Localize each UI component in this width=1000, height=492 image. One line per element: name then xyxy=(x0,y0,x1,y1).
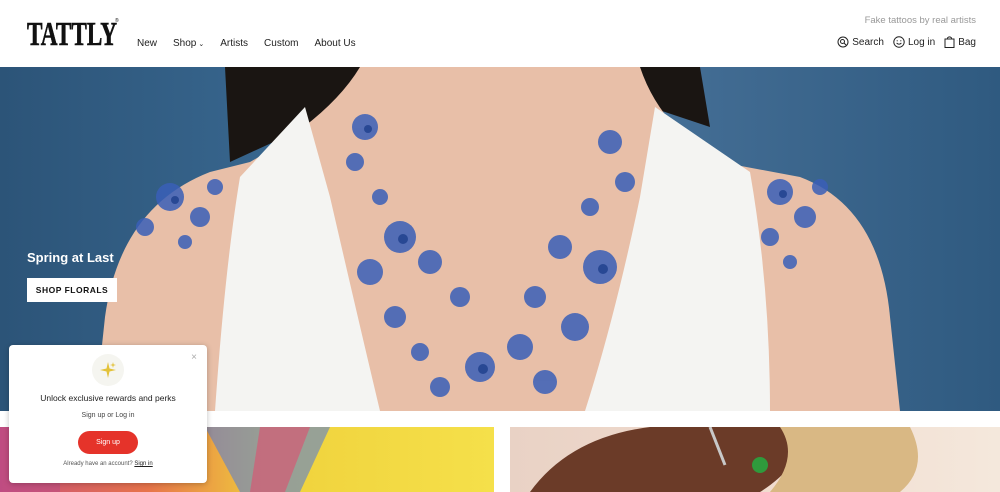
popup-footer: Already have an account? Sign in xyxy=(63,461,153,467)
site-header: TATTLY ® New Shop ⌄ Artists Custom About… xyxy=(0,0,1000,67)
tattly-logo[interactable]: TATTLY ® xyxy=(27,14,119,50)
hero-title: Spring at Last xyxy=(27,250,114,265)
promo-tile-right[interactable] xyxy=(510,427,1000,492)
smiley-icon xyxy=(893,36,905,48)
nav-shop[interactable]: Shop ⌄ xyxy=(173,38,204,49)
nav-new[interactable]: New xyxy=(137,38,157,49)
sign-up-button[interactable]: Sign up xyxy=(78,431,138,454)
bag-button[interactable]: Bag xyxy=(944,36,976,48)
rewards-popup: × Unlock exclusive rewards and perks Sig… xyxy=(9,345,207,483)
search-icon xyxy=(837,36,849,48)
utility-nav: Search Log in Bag xyxy=(828,36,976,48)
chevron-down-icon: ⌄ xyxy=(198,40,205,48)
login-button[interactable]: Log in xyxy=(893,36,935,48)
shop-florals-button[interactable]: SHOP FLORALS xyxy=(27,278,117,302)
nav-custom[interactable]: Custom xyxy=(264,38,298,49)
close-icon[interactable]: × xyxy=(191,353,197,363)
search-button[interactable]: Search xyxy=(837,36,884,48)
bag-icon xyxy=(944,36,955,48)
sign-in-link[interactable]: Sign in xyxy=(134,461,152,467)
main-nav: New Shop ⌄ Artists Custom About Us xyxy=(137,38,372,49)
nav-artists[interactable]: Artists xyxy=(220,38,248,49)
tagline: Fake tattoos by real artists xyxy=(864,15,976,26)
nav-about-us[interactable]: About Us xyxy=(314,38,355,49)
promo-tile-right-image xyxy=(530,427,918,492)
sparkle-icon xyxy=(92,354,124,386)
popup-title: Unlock exclusive rewards and perks xyxy=(40,393,176,403)
svg-text:TATTLY: TATTLY xyxy=(27,16,117,50)
svg-text:®: ® xyxy=(115,17,119,24)
popup-subtitle: Sign up or Log in xyxy=(81,412,135,419)
